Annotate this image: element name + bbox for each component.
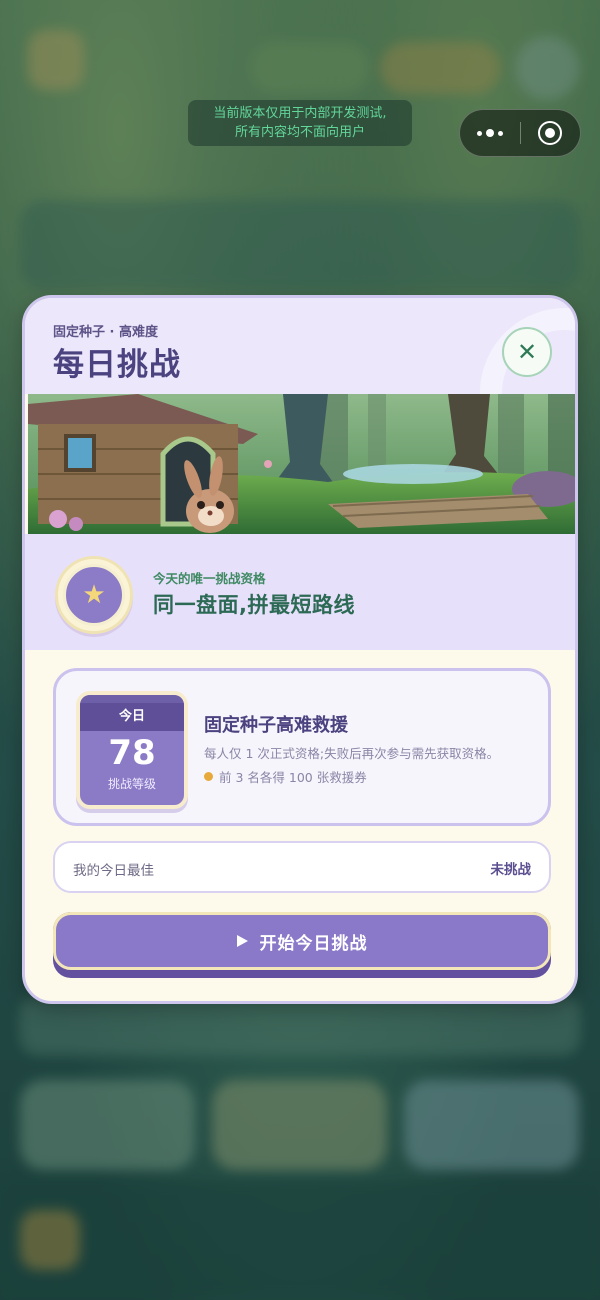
dev-notice: 当前版本仅用于内部开发测试, 所有内容均不面向用户: [188, 100, 412, 146]
calendar-header: 今日: [80, 703, 184, 731]
challenge-reward-text: 前 3 名各得 100 张救援券: [219, 770, 367, 785]
challenge-info-card: 今日 78 挑战等级 固定种子高难救援 每人仅 1 次正式资格;失败后再次参与需…: [53, 668, 551, 826]
start-button-face: 开始今日挑战: [53, 912, 551, 970]
modal-title: 每日挑战: [53, 347, 181, 383]
challenge-intro-band: ★ 今天的唯一挑战资格 同一盘面,拼最短路线: [25, 534, 575, 650]
target-circle-icon: [538, 121, 563, 145]
start-challenge-button[interactable]: 开始今日挑战: [53, 912, 551, 978]
calendar-binding: [80, 695, 184, 703]
more-menu-button[interactable]: [460, 110, 520, 156]
dev-notice-line2: 所有内容均不面向用户: [234, 125, 365, 140]
forest-scene-image: [28, 394, 575, 534]
today-best-label: 我的今日最佳: [73, 863, 154, 879]
modal-header: 固定种子 · 高难度 每日挑战 ✕: [25, 298, 575, 478]
today-best-row: 我的今日最佳 未挑战: [53, 841, 551, 893]
challenge-title: 固定种子高难救援: [204, 715, 348, 736]
challenge-description: 每人仅 1 次正式资格;失败后再次参与需先获取资格。: [204, 746, 500, 761]
start-button-label: 开始今日挑战: [259, 933, 368, 954]
play-icon: [236, 935, 248, 947]
star-icon: ★: [63, 564, 125, 626]
calendar-level-badge: 今日 78 挑战等级: [76, 691, 188, 809]
close-x-icon: ✕: [516, 338, 538, 366]
reward-dot-icon: [204, 772, 213, 781]
miniprogram-capsule: [459, 109, 581, 157]
band-subtitle: 今天的唯一挑战资格: [153, 571, 266, 586]
more-dots-icon: [476, 129, 503, 137]
star-badge: ★: [55, 556, 133, 634]
close-button[interactable]: ✕: [502, 327, 552, 377]
band-title: 同一盘面,拼最短路线: [153, 593, 355, 617]
daily-challenge-modal: 固定种子 · 高难度 每日挑战 ✕ ★ 今天的唯一挑战资格 同一盘面,拼最短路线…: [22, 295, 578, 1004]
challenge-reward: 前 3 名各得 100 张救援券: [204, 767, 367, 786]
challenge-level: 78: [108, 733, 156, 773]
forest-banner-illustration: [28, 394, 575, 534]
modal-subtitle: 固定种子 · 高难度: [53, 325, 158, 340]
exit-button[interactable]: [520, 110, 580, 156]
today-best-value: 未挑战: [490, 862, 532, 878]
challenge-level-label: 挑战等级: [107, 777, 156, 791]
dev-notice-line1: 当前版本仅用于内部开发测试,: [213, 106, 387, 121]
